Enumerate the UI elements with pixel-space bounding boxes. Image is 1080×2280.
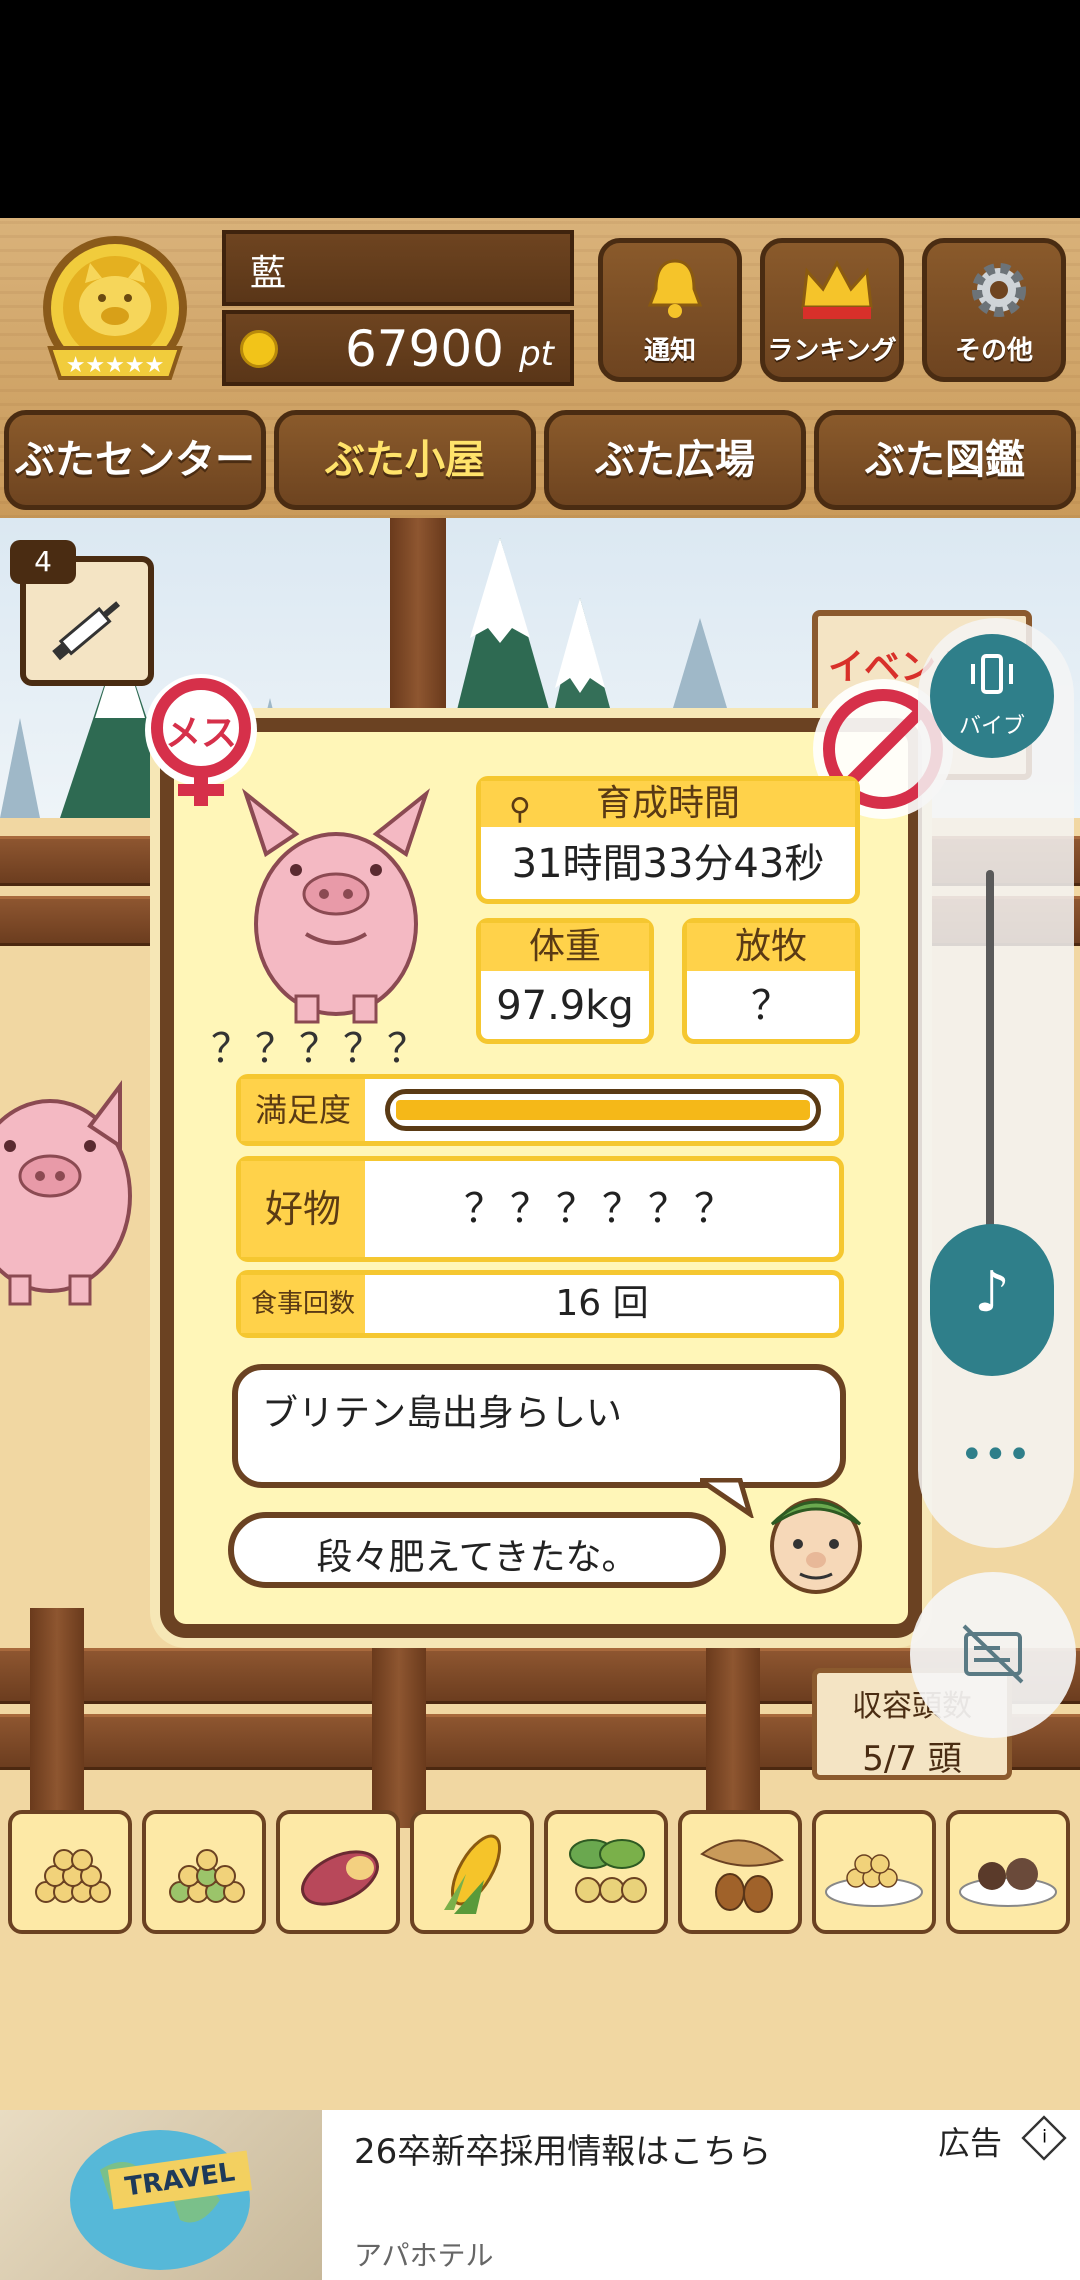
farmer-comment-bubble: 段々肥えてきたな。: [228, 1512, 726, 1588]
caption-off-icon: [962, 1624, 1024, 1684]
food-slot-mixed-beans[interactable]: [142, 1810, 266, 1934]
favorite-food-value: ？？？？？？: [464, 1186, 740, 1232]
fence-post: [706, 1618, 760, 1828]
satisfaction-label: 満足度: [241, 1079, 365, 1141]
ranking-label: ランキング: [767, 336, 897, 366]
vibrate-icon: [971, 654, 1013, 694]
mixed-beans-icon: [169, 1849, 245, 1903]
settings-label: その他: [954, 336, 1033, 366]
favorite-food-row: 好物 ？？？？？？: [236, 1156, 844, 1262]
player-name: 藍: [250, 253, 287, 294]
food-slot-soybean[interactable]: [544, 1810, 668, 1934]
soybean-icon: [569, 1839, 647, 1903]
bell-icon: [647, 259, 703, 318]
player-rank-badge[interactable]: ★★★★★: [30, 228, 200, 398]
grain-plate-icon: [825, 1854, 923, 1907]
origin-text: ブリテン島出身らしい: [262, 1393, 623, 1434]
gender-label: メス: [164, 713, 237, 754]
sweet-potato-icon: [301, 1850, 379, 1906]
acorn-icon: [700, 1839, 784, 1913]
svg-text:★★★★★: ★★★★★: [66, 353, 165, 378]
notification-button[interactable]: 通知: [598, 238, 742, 382]
music-note-icon: ♪: [974, 1260, 1010, 1325]
pig-character[interactable]: [0, 1066, 160, 1306]
gear-icon: [972, 263, 1026, 317]
food-slot-beans[interactable]: [8, 1810, 132, 1934]
ad-banner[interactable]: TRAVEL 26卒新卒採用情報はこちら アパホテル 広告 i: [0, 2110, 1080, 2280]
weight-value: 97.9kg: [496, 983, 634, 1029]
coin-icon: [240, 330, 278, 368]
syringe-count-badge: 4: [10, 540, 76, 584]
release-value: ？: [751, 983, 791, 1029]
notification-label: 通知: [643, 336, 696, 366]
meal-count-label: 食事回数: [241, 1275, 365, 1333]
ranking-button[interactable]: ランキング: [760, 238, 904, 382]
player-name-plate: 藍: [222, 230, 574, 306]
crown-icon: [801, 259, 873, 319]
points-value: 67900: [344, 320, 504, 378]
pig-name: ？？？？？: [211, 1026, 431, 1072]
vibrate-label: バイブ: [958, 714, 1025, 739]
farmer-avatar: [770, 1498, 862, 1594]
growth-time-box: ⚲ 育成時間 31時間33分43秒: [476, 776, 860, 904]
music-volume-button[interactable]: ♪: [930, 1224, 1054, 1376]
meal-count-value: 16 回: [555, 1283, 649, 1324]
points-plate: 67900 pt: [222, 310, 574, 386]
food-slot-grain-plate[interactable]: [812, 1810, 936, 1934]
farmer-comment-text: 段々肥えてきたな。: [316, 1537, 638, 1578]
speech-tail: [700, 1478, 754, 1518]
weight-box: 体重 97.9kg: [476, 918, 654, 1044]
volume-slider-track[interactable]: [986, 870, 994, 1230]
satisfaction-bar-fill: [396, 1100, 810, 1120]
tab-buta-zukan[interactable]: ぶた図鑑: [814, 410, 1076, 510]
ad-label: 広告: [938, 2124, 1003, 2162]
ad-advertiser: アパホテル: [354, 2239, 494, 2272]
points-unit: pt: [519, 334, 554, 374]
food-slot-acorn[interactable]: [678, 1810, 802, 1934]
origin-speech-bubble: ブリテン島出身らしい: [232, 1364, 846, 1488]
ad-title[interactable]: 26卒新卒採用情報はこちら: [354, 2124, 771, 2173]
growth-time-header: ⚲ 育成時間: [481, 781, 855, 827]
capacity-value: 5/7 頭: [862, 1739, 962, 1779]
corn-icon: [444, 1834, 502, 1914]
timer-icon: ⚲: [509, 792, 531, 827]
meat-plate-icon: [959, 1858, 1057, 1907]
more-options-icon[interactable]: •••: [960, 1435, 1031, 1480]
ad-image[interactable]: TRAVEL: [0, 2110, 322, 2280]
vibrate-button[interactable]: バイブ: [930, 634, 1054, 758]
status-bar: [0, 0, 1080, 218]
fence-post: [372, 1618, 426, 1828]
tab-buta-center[interactable]: ぶたセンター: [4, 410, 266, 510]
satisfaction-bar: [385, 1089, 821, 1131]
caption-toggle-button[interactable]: [910, 1572, 1076, 1738]
growth-time-value: 31時間33分43秒: [511, 841, 825, 887]
meal-count-row: 食事回数 16 回: [236, 1270, 844, 1338]
satisfaction-row: 満足度: [236, 1074, 844, 1146]
release-box: 放牧 ？: [682, 918, 860, 1044]
syringe-icon: [52, 601, 121, 661]
tab-buta-koya[interactable]: ぶた小屋: [274, 410, 536, 510]
pig-portrait: [241, 788, 431, 1024]
favorite-food-label: 好物: [241, 1161, 365, 1257]
settings-button[interactable]: その他: [922, 238, 1066, 382]
ad-info-icon[interactable]: i: [1021, 2115, 1067, 2161]
growth-time-label: 育成時間: [595, 783, 740, 824]
fence-post: [30, 1608, 84, 1828]
release-label: 放牧: [687, 923, 855, 971]
weight-label: 体重: [481, 923, 649, 971]
beans-icon: [35, 1849, 111, 1903]
food-slot-meat-plate[interactable]: [946, 1810, 1070, 1934]
food-slot-corn[interactable]: [410, 1810, 534, 1934]
food-slot-sweet-potato[interactable]: [276, 1810, 400, 1934]
tab-buta-hiroba[interactable]: ぶた広場: [544, 410, 806, 510]
